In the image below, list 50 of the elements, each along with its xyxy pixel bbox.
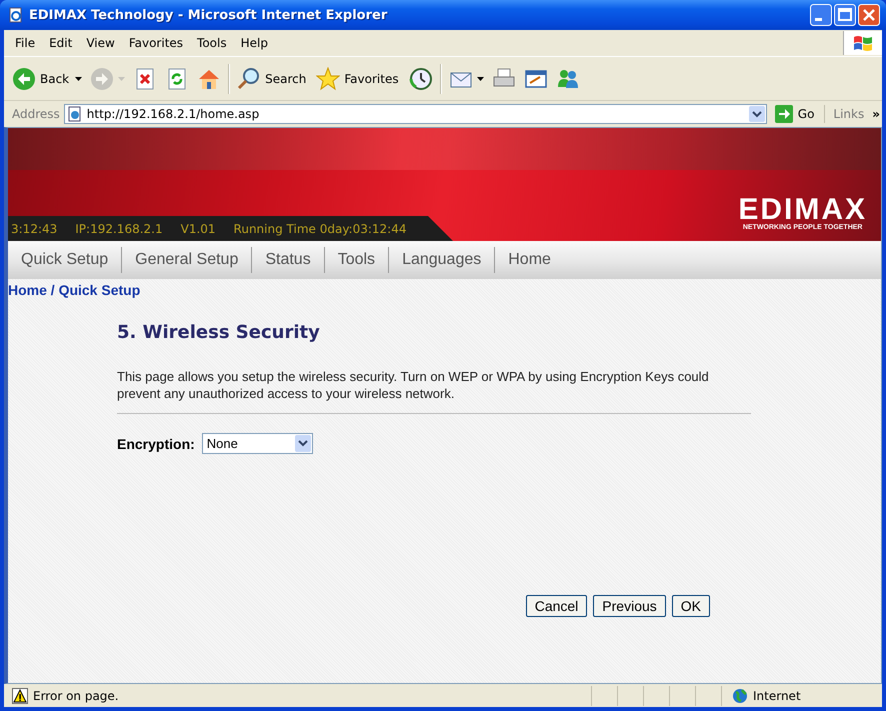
menu-item[interactable]: Tools	[190, 36, 234, 50]
arrow-right-icon	[774, 105, 793, 123]
back-button[interactable]: Back	[8, 66, 86, 90]
address-field[interactable]: http://192.168.2.1/home.asp	[64, 104, 767, 124]
encryption-dropdown[interactable]: None	[202, 433, 313, 454]
form-button[interactable]: OK	[672, 595, 710, 617]
menu-item[interactable]: Favorites	[122, 36, 190, 50]
globe-icon	[732, 688, 748, 704]
address-label: Address	[12, 107, 60, 121]
status-message: Error on page.	[33, 688, 119, 702]
more-links-button[interactable]: »	[872, 107, 880, 121]
nav-item[interactable]: Languages	[389, 247, 496, 273]
menu-item[interactable]: Help	[234, 36, 275, 50]
menu-item[interactable]: File	[8, 36, 42, 50]
warning-icon	[12, 688, 28, 704]
status-info: V1.01	[180, 222, 216, 236]
logo-text: EDIMAX	[738, 196, 867, 224]
maximize-icon[interactable]	[834, 4, 856, 26]
dropdown-caret-icon[interactable]	[75, 76, 82, 80]
security-zone: Internet	[753, 688, 801, 702]
favorites-button[interactable]: Favorites	[312, 66, 405, 90]
go-button[interactable]: Go	[770, 105, 826, 123]
nav-item[interactable]: General Setup	[122, 247, 252, 273]
status-info: Running Time 0day:03:12:44	[234, 222, 406, 236]
page-icon	[66, 106, 83, 122]
field-label: Encryption:	[117, 436, 195, 452]
nav-item[interactable]: Status	[252, 247, 325, 273]
close-icon[interactable]	[858, 4, 880, 26]
minimize-icon[interactable]	[810, 4, 832, 26]
section-heading: 5. Wireless Security	[117, 322, 321, 343]
star-icon	[316, 66, 340, 90]
links-button[interactable]: Links	[829, 107, 868, 121]
window-title: EDIMAX Technology - Microsoft Internet Explorer	[29, 8, 388, 22]
windows-flag-icon	[852, 33, 874, 53]
nav-item[interactable]: Tools	[324, 247, 390, 273]
form-button[interactable]: Previous	[593, 595, 666, 617]
nav-item[interactable]: Home	[495, 247, 564, 273]
menu-item[interactable]: Edit	[42, 36, 80, 50]
menu-item[interactable]: View	[79, 36, 122, 50]
form-button[interactable]: Cancel	[526, 595, 588, 617]
search-icon	[237, 66, 262, 90]
search-button[interactable]: Search	[233, 66, 312, 90]
page-icon	[8, 7, 24, 23]
nav-item[interactable]: Quick Setup	[8, 247, 122, 273]
clock-icon	[408, 66, 433, 90]
status-info: 3:12:43	[11, 222, 58, 236]
status-info: IP:192.168.2.1	[75, 222, 163, 236]
dropdown-caret-icon[interactable]	[476, 76, 484, 80]
description-text: This page allows you setup the wireless security. Turn on WEP or WPA by using Encryption Keys could prevent any unauthorized access to your wireless network.	[117, 368, 710, 402]
breadcrumb: Home / Quick Setup	[8, 281, 142, 298]
